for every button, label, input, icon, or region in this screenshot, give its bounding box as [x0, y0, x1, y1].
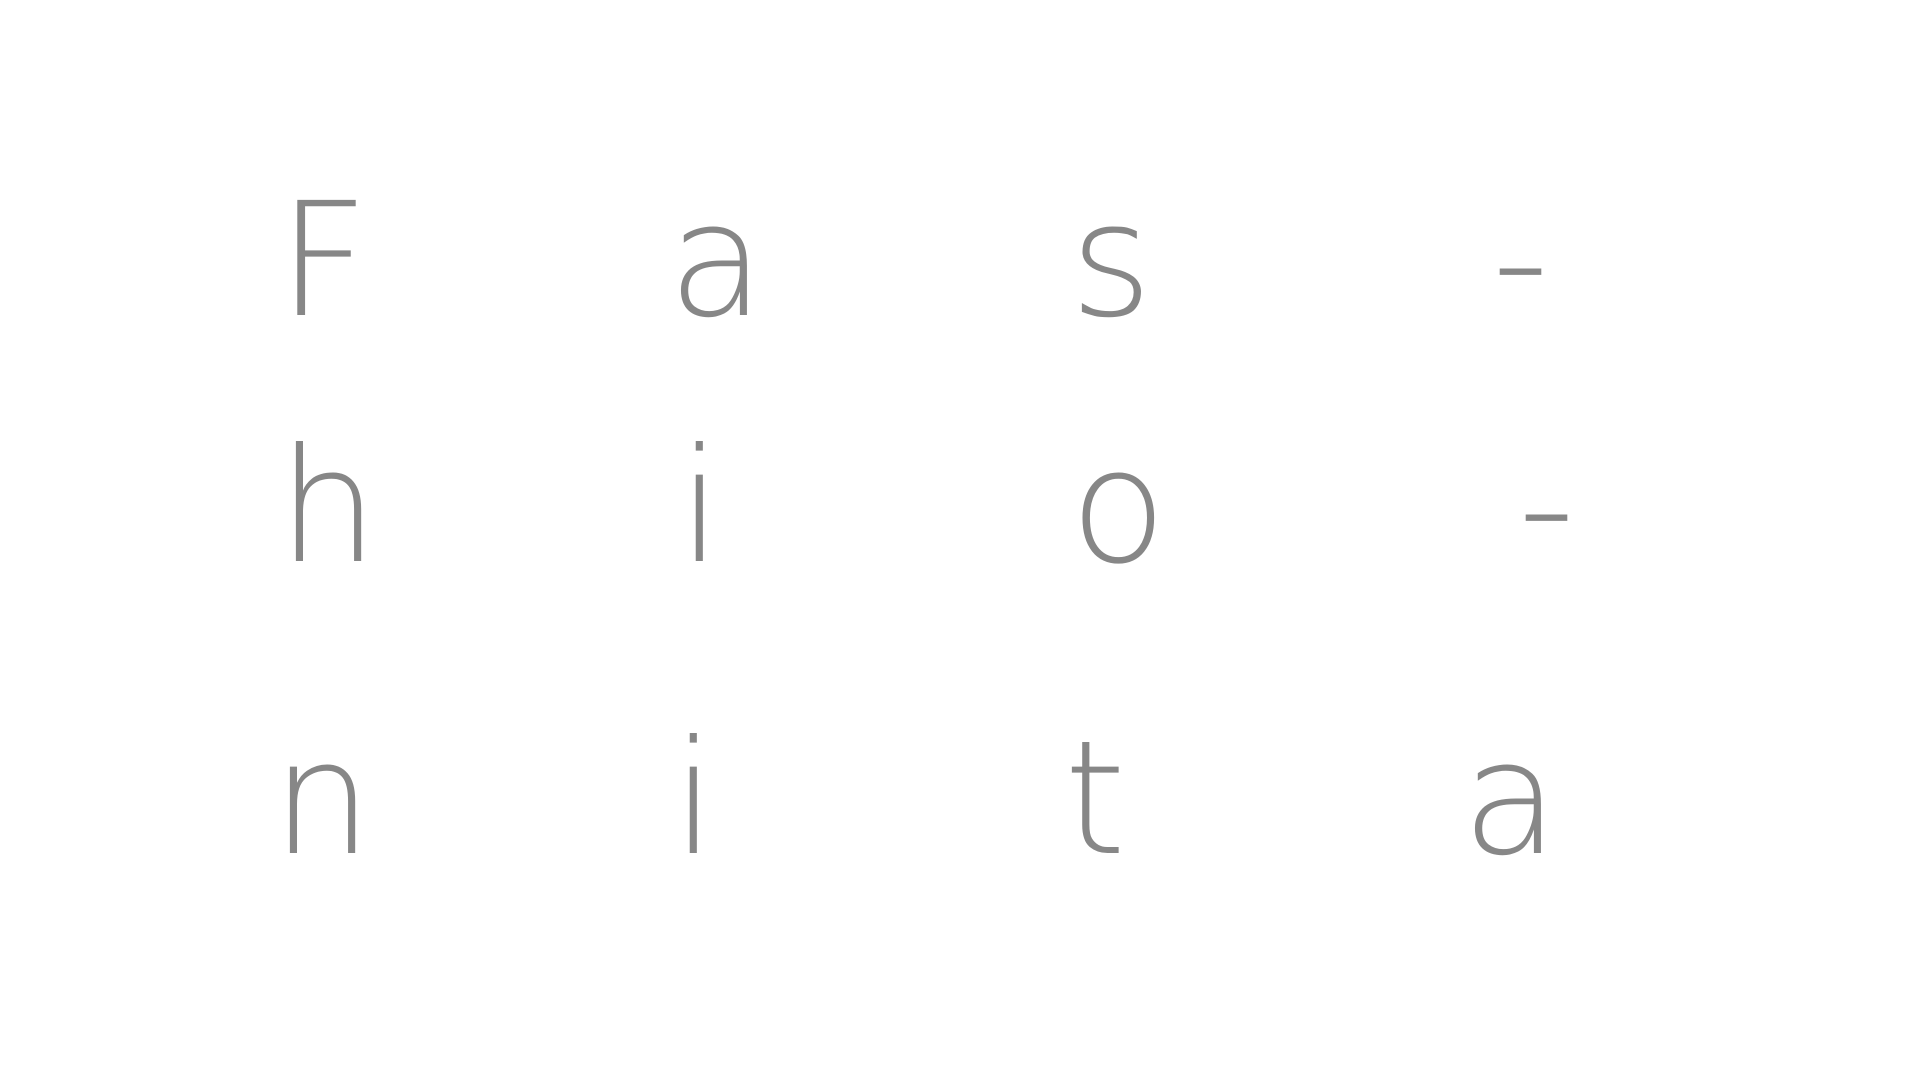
grid-letter-r3-c3: t: [1064, 707, 1126, 891]
grid-letter-r2-c2: i: [678, 415, 722, 599]
grid-letter-r2-c4: -: [1518, 415, 1576, 599]
grid-letter-r3-c4: a: [1462, 707, 1559, 891]
grid-letter-r2-c3: o: [1070, 415, 1167, 599]
grid-letter-r2-c1: h: [278, 415, 379, 599]
grid-letter-r3-c2: i: [672, 707, 716, 891]
grid-letter-r1-c3: s: [1070, 169, 1153, 353]
grid-letter-r3-c1: n: [272, 707, 373, 891]
grid-letter-r1-c2: a: [668, 169, 765, 353]
grid-letter-r1-c1: F: [278, 169, 369, 353]
letter-grid-canvas: F a s - h i o - n i t a: [0, 0, 1920, 1080]
grid-letter-r1-c4: -: [1492, 169, 1550, 353]
